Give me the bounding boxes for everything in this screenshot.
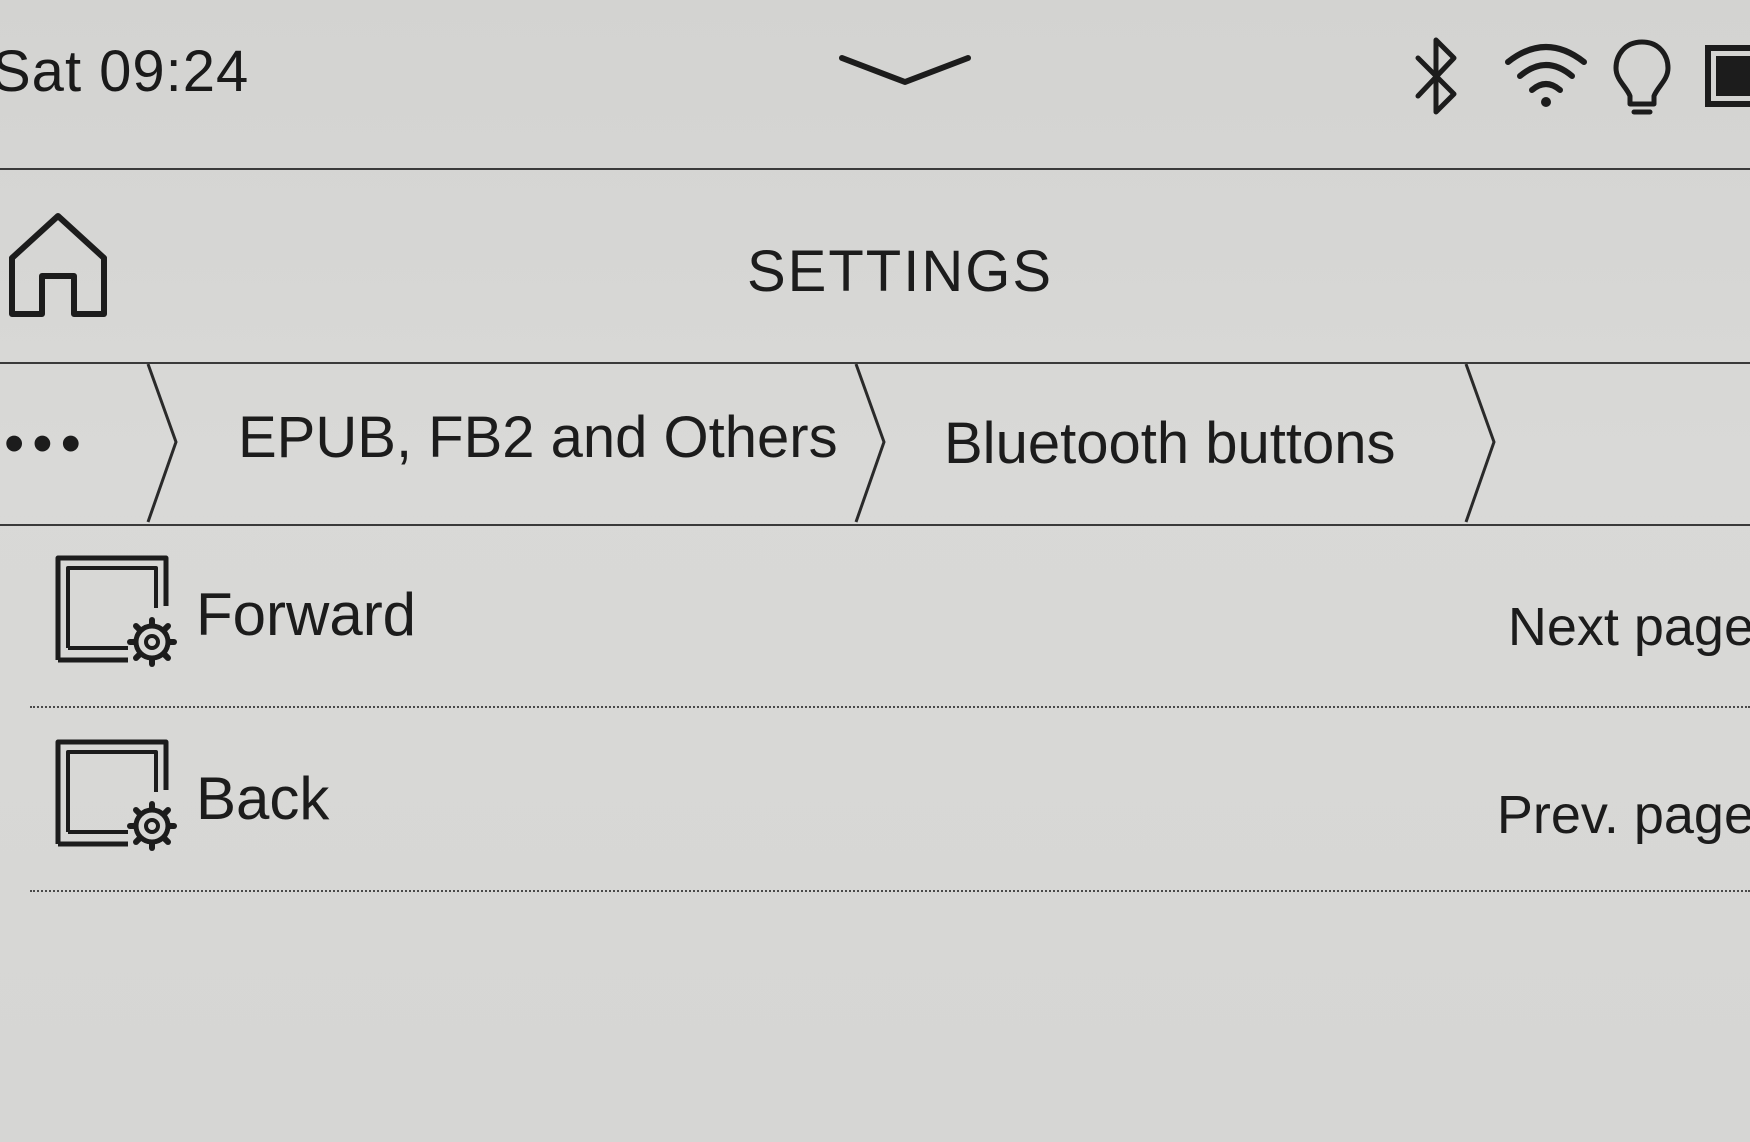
screen: Sat 09:24 SETTINGS ••• EPUB, FB2 and Oth… bbox=[0, 0, 1750, 1142]
row-value-back: Prev. page bbox=[1496, 785, 1750, 845]
status-icons bbox=[1410, 30, 1750, 120]
page-title: SETTINGS bbox=[746, 239, 1054, 304]
list-item-forward[interactable]: Forward Next page bbox=[30, 526, 1750, 708]
battery-icon bbox=[1705, 45, 1750, 107]
breadcrumb-item-epub[interactable]: EPUB, FB2 and Others bbox=[238, 404, 838, 471]
bluetooth-icon bbox=[1415, 37, 1457, 115]
status-bar: Sat 09:24 bbox=[0, 0, 1750, 170]
breadcrumb-more[interactable]: ••• bbox=[4, 410, 89, 477]
row-label-back: Back bbox=[196, 765, 330, 832]
breadcrumb-item-bluetooth-buttons[interactable]: Bluetooth buttons bbox=[944, 410, 1395, 477]
status-time: Sat 09:24 bbox=[0, 39, 250, 104]
pull-down-chevron-icon[interactable] bbox=[838, 50, 972, 90]
reader-settings-icon bbox=[55, 739, 177, 851]
header: SETTINGS bbox=[0, 170, 1750, 364]
list-item-back[interactable]: Back Prev. page bbox=[30, 710, 1750, 892]
wifi-icon bbox=[1505, 44, 1587, 107]
breadcrumb: ••• EPUB, FB2 and Others Bluetooth butto… bbox=[0, 364, 1750, 526]
frontlight-icon bbox=[1613, 39, 1671, 115]
reader-settings-icon bbox=[55, 555, 177, 667]
row-value-forward: Next page bbox=[1507, 597, 1750, 657]
row-label-forward: Forward bbox=[196, 581, 417, 648]
